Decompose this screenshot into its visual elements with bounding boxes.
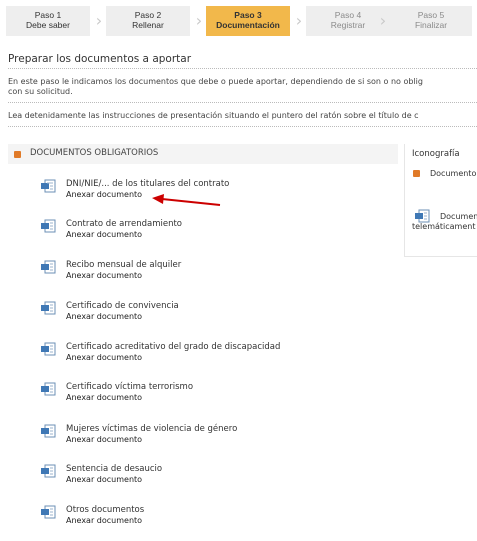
step-3[interactable]: Paso 3 Documentación (206, 6, 290, 36)
document-upload-icon (41, 505, 56, 519)
step-number: Paso 3 (234, 10, 262, 20)
attach-document-link[interactable]: Anexar documento (66, 475, 142, 484)
document-item: Certificado acreditativo del grado de di… (40, 342, 380, 370)
document-item: Contrato de arrendamiento Anexar documen… (40, 219, 380, 247)
document-upload-icon (41, 464, 56, 478)
chevron-right-icon: › (195, 11, 203, 30)
document-upload-icon (41, 219, 56, 233)
attach-document-link[interactable]: Anexar documento (66, 230, 142, 239)
document-upload-icon (41, 382, 56, 396)
divider (8, 102, 477, 103)
document-upload-icon (415, 209, 430, 223)
step-name: Documentación (216, 20, 280, 30)
telematic-legend-label: Documen (440, 212, 477, 221)
document-upload-icon (41, 260, 56, 274)
step-1[interactable]: Paso 1 Debe saber (6, 6, 90, 36)
step-number: Paso 2 (134, 10, 162, 20)
instructions-text: Lea detenidamente las instrucciones de p… (8, 111, 419, 120)
intro-text: En este paso le indicamos los documentos… (8, 77, 423, 86)
step-name: Finalizar (414, 20, 448, 30)
attach-document-link[interactable]: Anexar documento (66, 312, 142, 321)
step-name: Rellenar (132, 20, 164, 30)
step-number: Paso 1 (34, 10, 62, 20)
chevron-right-icon: › (295, 11, 303, 30)
attach-document-link[interactable]: Anexar documento (66, 516, 142, 525)
document-label[interactable]: DNI/NIE/... de los titulares del contrat… (66, 179, 229, 189)
required-square-icon (413, 170, 420, 177)
page-title: Preparar los documentos a aportar (8, 53, 192, 65)
document-item: Certificado víctima terrorismo Anexar do… (40, 382, 380, 410)
documents-section-title: DOCUMENTOS OBLIGATORIOS (30, 148, 159, 158)
telematic-legend-label-continued: telemáticament (412, 222, 476, 231)
iconography-title: Iconografía (412, 149, 460, 159)
document-label[interactable]: Recibo mensual de alquiler (66, 260, 181, 270)
document-label[interactable]: Contrato de arrendamiento (66, 219, 182, 229)
document-label[interactable]: Sentencia de desaucio (66, 464, 162, 474)
chevron-right-icon: › (379, 11, 387, 30)
document-item: Recibo mensual de alquiler Anexar docume… (40, 260, 380, 288)
attach-document-link[interactable]: Anexar documento (66, 271, 142, 280)
document-upload-icon (41, 342, 56, 356)
document-item: Otros documentos Anexar documento (40, 505, 380, 533)
divider (8, 126, 477, 127)
document-upload-icon (41, 301, 56, 315)
attach-document-link[interactable]: Anexar documento (66, 190, 142, 199)
red-arrow-icon (152, 194, 221, 206)
step-2[interactable]: Paso 2 Rellenar (106, 6, 190, 36)
chevron-right-icon: › (95, 11, 103, 30)
iconography-panel (404, 144, 477, 257)
required-square-icon (14, 151, 21, 158)
document-upload-icon (41, 179, 56, 193)
document-item: Certificado de convivencia Anexar docume… (40, 301, 380, 329)
document-item: Sentencia de desaucio Anexar documento (40, 464, 380, 492)
document-label[interactable]: Mujeres víctimas de violencia de género (66, 424, 237, 434)
step-name: Debe saber (26, 20, 70, 30)
document-label[interactable]: Otros documentos (66, 505, 144, 515)
intro-text-continued: con su solicitud. (8, 87, 73, 96)
document-label[interactable]: Certificado de convivencia (66, 301, 179, 311)
attach-document-link[interactable]: Anexar documento (66, 435, 142, 444)
document-item: Mujeres víctimas de violencia de género … (40, 424, 380, 452)
divider (8, 68, 477, 69)
step-5[interactable]: Paso 5 Finalizar (390, 6, 472, 36)
document-label[interactable]: Certificado acreditativo del grado de di… (66, 342, 280, 352)
attach-document-link[interactable]: Anexar documento (66, 353, 142, 362)
document-label[interactable]: Certificado víctima terrorismo (66, 382, 193, 392)
step-number: Paso 5 (417, 10, 445, 20)
attach-document-link[interactable]: Anexar documento (66, 393, 142, 402)
document-upload-icon (41, 424, 56, 438)
wizard-stepper: Paso 1 Debe saber › Paso 2 Rellenar › Pa… (6, 6, 472, 36)
required-legend-label: Documento (430, 169, 477, 178)
